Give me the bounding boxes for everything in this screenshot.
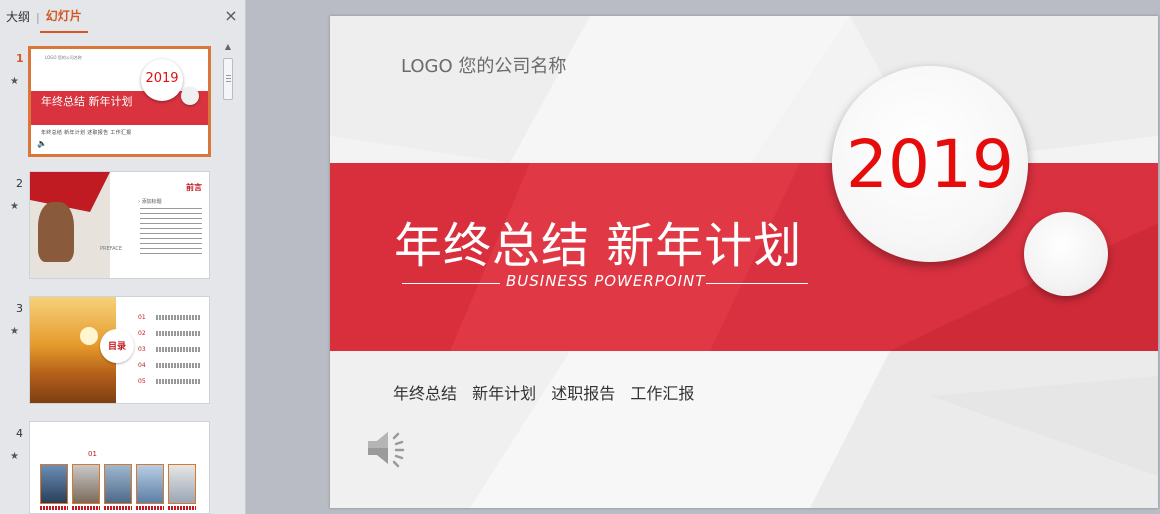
thumb-caption	[104, 506, 132, 510]
thumbnail-number: 4	[16, 427, 23, 440]
thumb-small-circle	[181, 87, 199, 105]
thumb-title: 年终总结 新年计划	[41, 95, 133, 108]
list-item: 05	[138, 373, 200, 389]
thumb-year: 2019	[145, 71, 179, 86]
thumb-sun	[80, 327, 98, 345]
slide-thumbnail-4[interactable]: 01	[29, 421, 210, 514]
speaker-icon[interactable]	[364, 424, 412, 472]
thumb-vase	[38, 202, 74, 262]
subtitle-line-right	[706, 283, 808, 284]
thumb-caption	[168, 506, 196, 510]
tagline: 年终总结 新年计划 述职报告 工作汇报	[393, 380, 704, 404]
thumb-number-label: 01	[88, 450, 97, 458]
tagline-item: 年终总结	[393, 384, 458, 403]
scroll-up-icon[interactable]: ▲	[221, 40, 235, 54]
scrollbar-thumb[interactable]	[223, 58, 233, 100]
list-item: 03	[138, 341, 200, 357]
animation-star-icon: ★	[10, 451, 19, 462]
thumbnail-number: 3	[16, 302, 23, 315]
slide-title: 年终总结 新年计划	[394, 218, 803, 274]
tagline-item: 新年计划	[472, 384, 537, 403]
thumb-caption	[72, 506, 100, 510]
thumb-photo	[136, 464, 164, 504]
tagline-item: 工作汇报	[630, 384, 695, 403]
slides-panel: 大纲 | 幻灯片 × 1 ★ LOGO 您的公司名称 2019 年终总结 新年计…	[0, 0, 246, 514]
thumbnail-number: 2	[16, 177, 23, 190]
list-item: 01	[138, 309, 200, 325]
thumb-heading: › 添加标题	[138, 199, 162, 205]
slide-canvas[interactable]: LOGO 您的公司名称 年终总结 新年计划 BUSINESS POWERPOIN…	[330, 16, 1158, 508]
thumb-logo-text: LOGO 您的公司名称	[45, 55, 82, 60]
thumb-photo	[104, 464, 132, 504]
decorative-circle	[1024, 212, 1108, 296]
thumb-caption	[40, 506, 68, 510]
thumb-photo	[72, 464, 100, 504]
thumb-photo	[40, 464, 68, 504]
thumb-text-block	[140, 208, 202, 258]
thumb-toc-list: 01 02 03 04 05	[138, 309, 200, 389]
grip-icon	[226, 75, 231, 76]
logo-text: LOGO 您的公司名称	[401, 56, 567, 77]
thumb-subtitle: 年终总结 新年计划 述职报告 工作汇报	[41, 130, 132, 136]
animation-star-icon: ★	[10, 201, 19, 212]
thumb-badge: 前言	[186, 183, 202, 192]
list-item: 02	[138, 325, 200, 341]
slide-thumbnail-1[interactable]: LOGO 您的公司名称 2019 年终总结 新年计划 年终总结 新年计划 述职报…	[28, 46, 211, 157]
animation-star-icon: ★	[10, 326, 19, 337]
tagline-item: 述职报告	[551, 384, 616, 403]
thumb-photo	[168, 464, 196, 504]
panel-tabs: 大纲 | 幻灯片	[0, 0, 246, 34]
thumb-preface: PREFACE	[100, 246, 123, 252]
tab-slides[interactable]: 幻灯片	[39, 1, 88, 33]
slide-thumbnail-2[interactable]: 前言 › 添加标题 PREFACE	[29, 171, 210, 279]
list-item: 04	[138, 357, 200, 373]
slide-thumbnail-3[interactable]: 目录 01 02 03 04 05	[29, 296, 210, 404]
thumbnail-scrollbar[interactable]: ▲	[221, 40, 235, 514]
close-panel-icon[interactable]: ×	[223, 8, 239, 24]
animation-star-icon: ★	[10, 76, 19, 87]
year-text: 2019	[846, 126, 1014, 203]
thumbnail-number: 1	[16, 52, 24, 65]
slide-subtitle: BUSINESS POWERPOINT	[506, 272, 706, 290]
thumb-speaker-icon: 🔈	[37, 139, 47, 148]
thumb-caption	[136, 506, 164, 510]
subtitle-line-left	[402, 283, 500, 284]
tab-outline[interactable]: 大纲	[0, 0, 36, 34]
thumb-toc-label: 目录	[107, 342, 126, 352]
